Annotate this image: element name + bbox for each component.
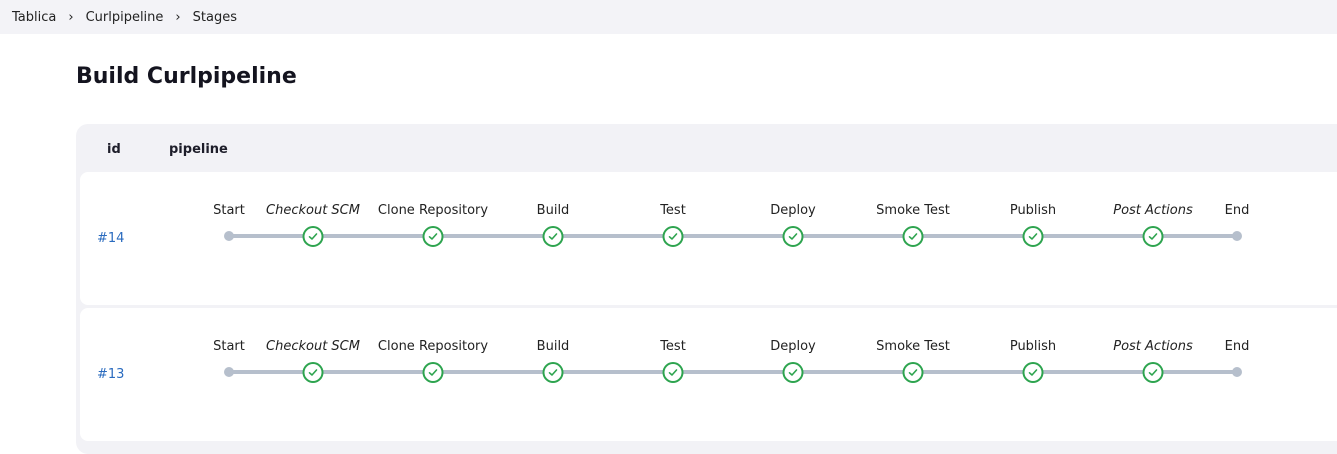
stage-success-check-icon[interactable] [422,226,444,247]
stage-start-dot [224,367,234,377]
chevron-right-icon: › [175,9,181,25]
table-row: #14 Start Checkout SCM Clone Repository Buil… [80,172,1337,305]
build-id-link[interactable]: #14 [97,231,124,246]
stage-label: Post Actions [1113,203,1193,218]
breadcrumb-tablica[interactable]: Tablica [12,10,56,25]
stage-success-check-icon[interactable] [302,226,324,247]
stage-start-dot [224,231,234,241]
stage-label: Test [660,339,686,354]
breadcrumb: Tablica › Curlpipeline › Stages [0,0,1337,34]
stage-success-check-icon[interactable] [1142,362,1164,383]
stage-end-dot [1232,231,1242,241]
builds-table: id pipeline #14 Start Checkout SCM Clone Re… [76,124,1337,454]
stage-label: Test [660,203,686,218]
stage-success-check-icon[interactable] [782,226,804,247]
stage-success-check-icon[interactable] [302,362,324,383]
stage-label: Clone Repository [377,339,489,354]
stage-label: Build [536,339,570,354]
page-title: Build Curlpipeline [76,64,297,89]
stage-label: Smoke Test [876,339,950,354]
stage-success-check-icon[interactable] [542,362,564,383]
pipeline-track [229,234,1237,238]
stage-success-check-icon[interactable] [422,362,444,383]
stage-label: Publish [1009,203,1057,218]
stage-label: Deploy [770,203,816,218]
build-id-link[interactable]: #13 [97,367,124,382]
pipeline-track [229,370,1237,374]
table-row: #13 Start Checkout SCM Clone Repository Buil… [80,308,1337,441]
stage-success-check-icon[interactable] [782,362,804,383]
breadcrumb-stages[interactable]: Stages [193,10,237,25]
column-header-pipeline: pipeline [169,142,228,157]
stage-success-check-icon[interactable] [1022,362,1044,383]
stage-success-check-icon[interactable] [542,226,564,247]
stage-label: End [1224,339,1250,354]
stage-success-check-icon[interactable] [902,226,924,247]
stage-label: Smoke Test [876,203,950,218]
stage-label: Start [213,203,245,218]
stage-success-check-icon[interactable] [902,362,924,383]
column-header-id: id [107,142,121,157]
stage-success-check-icon[interactable] [1142,226,1164,247]
stage-label: Build [536,203,570,218]
stage-label: Deploy [770,339,816,354]
stage-label: Post Actions [1113,339,1193,354]
stage-end-dot [1232,367,1242,377]
chevron-right-icon: › [68,9,74,25]
breadcrumb-curlpipeline[interactable]: Curlpipeline [86,10,164,25]
stage-label: Start [213,339,245,354]
stage-label: Clone Repository [377,203,489,218]
stage-label: Checkout SCM [266,339,360,354]
stage-label: End [1224,203,1250,218]
stage-success-check-icon[interactable] [662,226,684,247]
stage-label: Publish [1009,339,1057,354]
stage-success-check-icon[interactable] [1022,226,1044,247]
stage-success-check-icon[interactable] [662,362,684,383]
stage-label: Checkout SCM [266,203,360,218]
